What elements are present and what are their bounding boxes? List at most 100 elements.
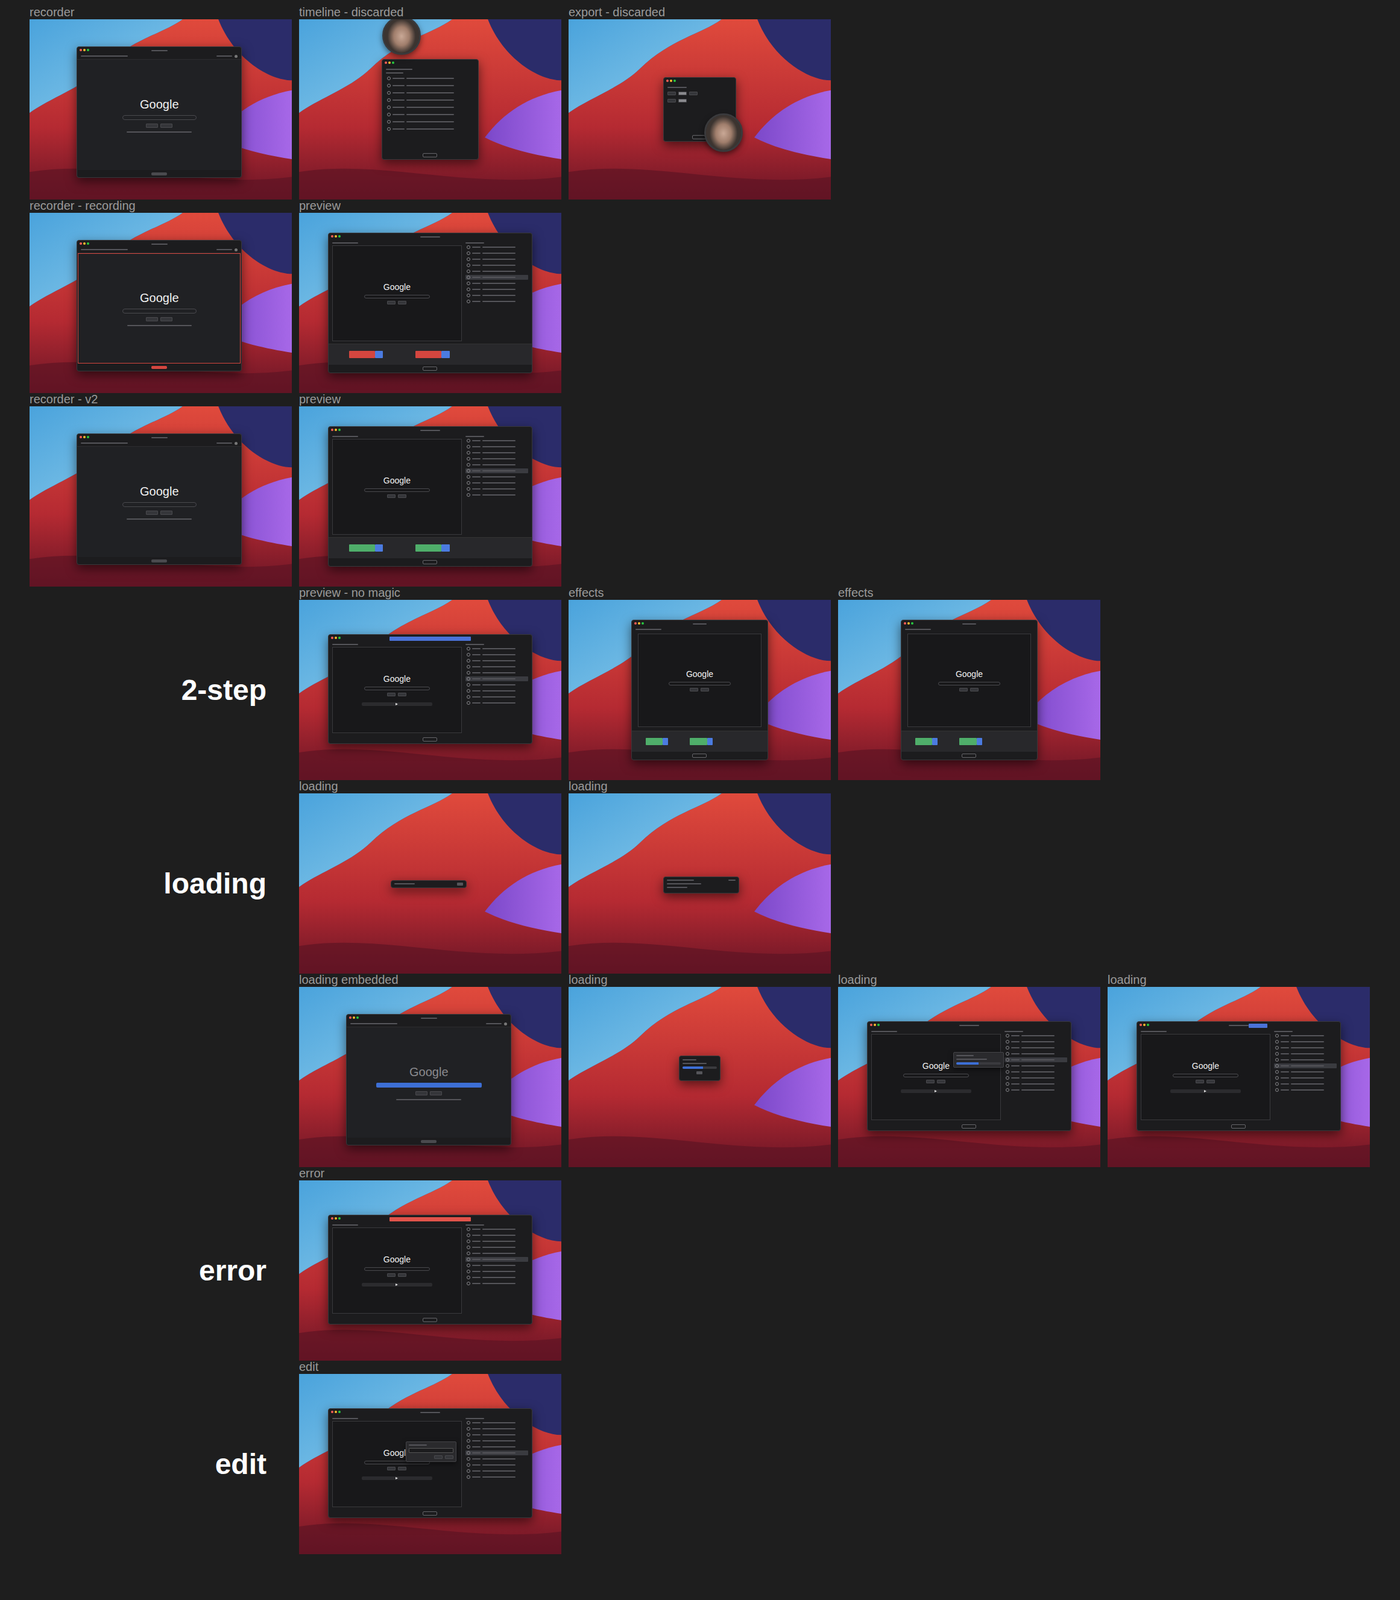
action-row[interactable] [465, 474, 529, 480]
artboard-label[interactable]: loading [299, 780, 562, 794]
close-icon[interactable] [331, 235, 334, 238]
search-button[interactable] [145, 510, 158, 515]
artboard-label[interactable]: preview [299, 393, 562, 407]
app-window[interactable]: Google [327, 1214, 533, 1325]
app-window[interactable] [663, 876, 740, 894]
artboard-frame[interactable]: Google [838, 986, 1101, 1168]
app-window[interactable]: Google [1136, 1021, 1341, 1132]
artboard[interactable]: loading embeddedGoogle [299, 973, 562, 1168]
playback-bar[interactable] [1170, 1089, 1241, 1094]
action-row[interactable] [465, 492, 529, 498]
action-row[interactable] [465, 694, 529, 700]
minimize-icon[interactable] [83, 435, 86, 439]
artboard[interactable]: loading [568, 780, 831, 974]
record-button[interactable] [420, 1140, 437, 1144]
app-window[interactable]: Google [76, 46, 242, 178]
timeline-clip[interactable] [349, 350, 376, 359]
action-row[interactable] [465, 664, 529, 670]
close-icon[interactable] [331, 636, 334, 640]
timeline-row[interactable] [385, 126, 475, 132]
action-row[interactable] [465, 658, 529, 664]
timeline-clip[interactable] [645, 737, 664, 746]
artboard-label[interactable]: effects [568, 586, 831, 600]
action-row[interactable] [465, 1420, 529, 1426]
artboard-label[interactable]: preview - no magic [299, 586, 562, 600]
artboard-label[interactable]: loading [568, 973, 831, 987]
action-row[interactable] [465, 1438, 529, 1444]
search-button[interactable] [415, 1091, 428, 1096]
lucky-button[interactable] [429, 1091, 442, 1096]
action-row[interactable] [1004, 1039, 1068, 1045]
edit-popover[interactable] [405, 1441, 457, 1463]
timeline-clip[interactable] [441, 350, 450, 359]
app-window[interactable]: Google [327, 426, 533, 567]
action-row[interactable] [1273, 1087, 1337, 1093]
export-button[interactable] [692, 753, 707, 758]
quality-option[interactable] [678, 98, 687, 103]
action-row[interactable] [465, 1251, 529, 1256]
url-bar[interactable] [77, 247, 242, 254]
artboard-frame[interactable] [568, 986, 831, 1168]
artboard-frame[interactable]: Google [838, 599, 1101, 781]
action-row[interactable] [465, 670, 529, 676]
app-window[interactable]: Google [76, 239, 242, 372]
action-row[interactable] [465, 444, 529, 450]
action-row[interactable] [465, 1239, 529, 1244]
url-bar[interactable] [77, 440, 242, 447]
action-row[interactable] [465, 280, 529, 286]
close-icon[interactable] [903, 622, 907, 625]
zoom-icon[interactable] [86, 242, 90, 245]
app-window[interactable]: Google [631, 619, 768, 761]
artboard-frame[interactable]: Google [299, 986, 562, 1168]
action-row[interactable] [1004, 1069, 1068, 1075]
playback-bar[interactable] [361, 1283, 433, 1287]
minimize-icon[interactable] [83, 242, 86, 245]
cancel-button[interactable] [434, 1455, 443, 1460]
zoom-icon[interactable] [338, 636, 341, 640]
action-row[interactable] [465, 1468, 529, 1474]
profile-icon[interactable] [234, 54, 238, 58]
action-row[interactable] [465, 268, 529, 274]
artboard-frame[interactable]: Google [299, 599, 562, 781]
export-button[interactable] [961, 753, 977, 758]
action-row[interactable] [465, 676, 529, 682]
format-option[interactable] [689, 91, 698, 96]
app-window[interactable] [390, 880, 467, 889]
close-icon[interactable] [79, 435, 82, 439]
action-row[interactable] [1273, 1069, 1337, 1075]
cancel-button[interactable] [457, 882, 464, 886]
minimize-icon[interactable] [334, 636, 338, 640]
artboard-frame[interactable]: Google [29, 19, 292, 200]
action-row[interactable] [1273, 1057, 1337, 1063]
action-row[interactable] [465, 256, 529, 262]
close-icon[interactable] [870, 1023, 873, 1027]
export-button[interactable] [422, 737, 438, 742]
zoom-icon[interactable] [338, 1410, 341, 1414]
artboard-frame[interactable]: Google [299, 1374, 562, 1555]
app-window[interactable] [678, 1055, 722, 1082]
record-button[interactable] [151, 365, 168, 369]
action-row[interactable] [465, 1474, 529, 1480]
artboard[interactable]: recorder - v2Google [29, 393, 292, 587]
zoom-icon[interactable] [641, 622, 644, 625]
close-icon[interactable] [384, 61, 388, 64]
timeline-clip[interactable] [662, 737, 669, 746]
timeline-clip[interactable] [959, 737, 977, 746]
export-button[interactable] [422, 1318, 438, 1323]
action-row[interactable] [465, 1444, 529, 1450]
minimize-icon[interactable] [388, 61, 391, 64]
zoom-icon[interactable] [338, 235, 341, 238]
action-row[interactable] [1273, 1033, 1337, 1039]
close-icon[interactable] [331, 1217, 334, 1220]
app-window[interactable]: Google [327, 232, 533, 374]
action-row[interactable] [465, 456, 529, 462]
action-row[interactable] [465, 1232, 529, 1238]
action-row[interactable] [465, 299, 529, 304]
action-row[interactable] [465, 480, 529, 486]
url-bar[interactable] [346, 1021, 511, 1028]
action-row[interactable] [465, 1245, 529, 1250]
timeline-clip[interactable] [375, 350, 383, 359]
close-icon[interactable] [349, 1016, 352, 1019]
timeline-track[interactable] [631, 730, 767, 752]
action-row[interactable] [465, 700, 529, 706]
